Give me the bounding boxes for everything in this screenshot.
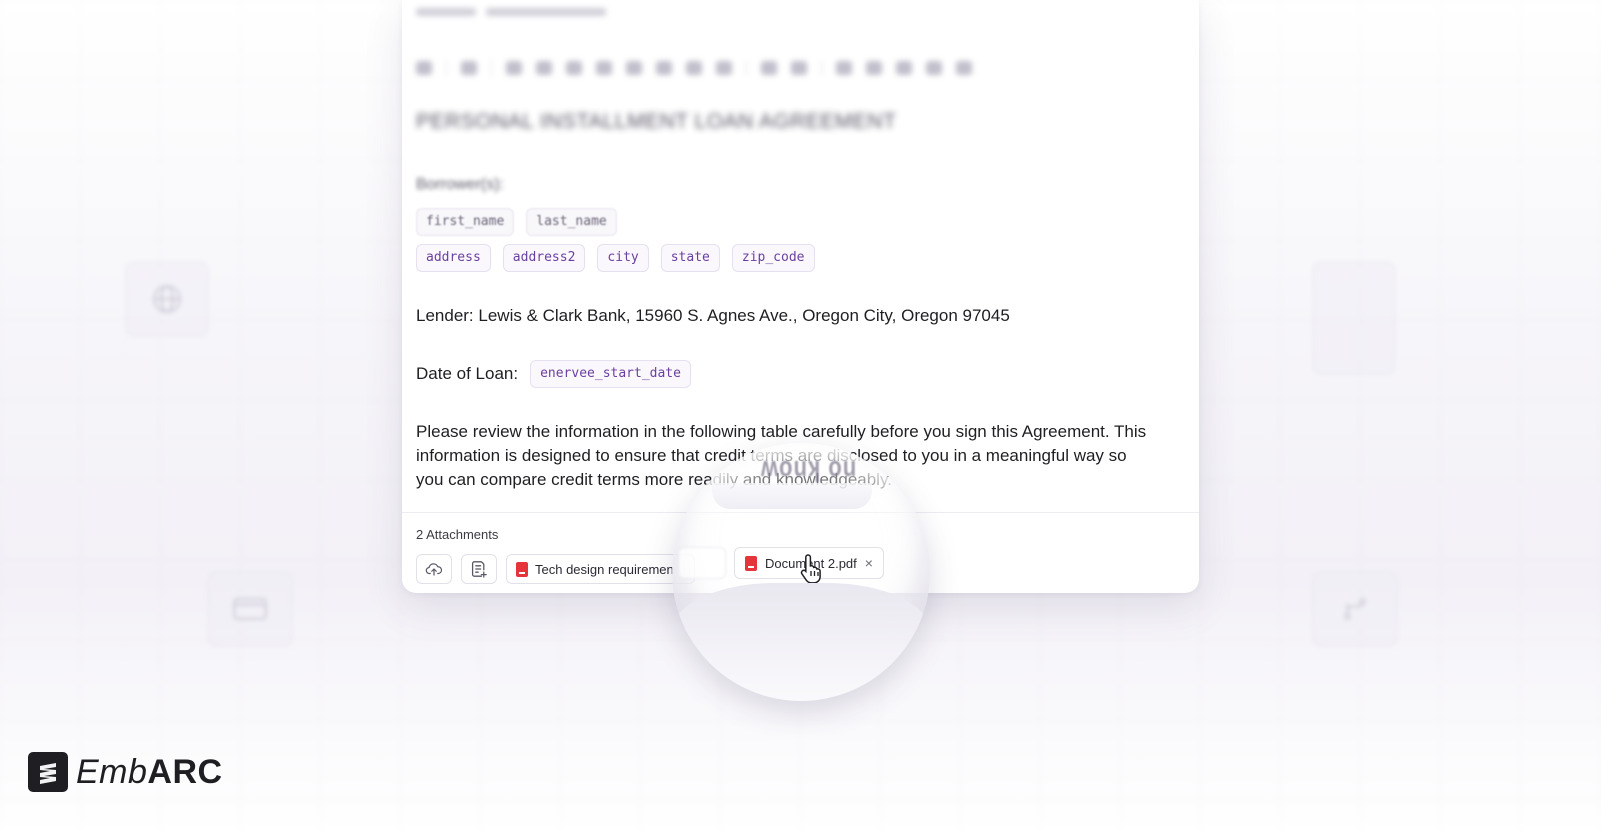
chevron-down-icon[interactable]: [956, 61, 972, 75]
attachments-row: Tech design requiremen: [416, 554, 695, 584]
magnifier-lens: no know Document 2.pdf ×: [672, 443, 930, 701]
pdf-file-icon: [516, 561, 528, 577]
format-icon[interactable]: [416, 61, 432, 75]
quote-icon[interactable]: [791, 61, 807, 75]
field-chip-zip-code[interactable]: zip_code: [731, 244, 815, 272]
pdf-file-icon: [745, 555, 757, 571]
breadcrumb: [416, 4, 646, 20]
field-chip-city[interactable]: city: [597, 244, 649, 272]
field-chip-address2[interactable]: address2: [502, 244, 586, 272]
date-label: Date of Loan:: [416, 364, 519, 383]
underline-icon[interactable]: [566, 61, 582, 75]
document-title: PERSONAL INSTALLMENT LOAN AGREEMENT: [416, 110, 897, 133]
card-icon: [233, 598, 267, 620]
lens-reflection: [672, 583, 930, 701]
borrower-label: Borrower(s):: [416, 176, 505, 193]
bold-icon[interactable]: [506, 61, 522, 75]
brand-name-light: Emb: [76, 752, 148, 791]
more-icon[interactable]: [926, 61, 942, 75]
image-icon[interactable]: [866, 61, 882, 75]
brand-name-bold: ARC: [147, 752, 223, 791]
field-chip-start-date[interactable]: enervee_start_date: [530, 360, 691, 388]
lender-line: Lender: Lewis & Clark Bank, 15960 S. Agn…: [416, 306, 1010, 325]
upload-button[interactable]: [416, 554, 452, 584]
attachments-label: 2 Attachments: [416, 527, 499, 542]
branch-icon: [1344, 598, 1366, 620]
field-chip-state[interactable]: state: [660, 244, 720, 272]
remove-attachment-close-icon[interactable]: ×: [865, 555, 873, 571]
brand-logo: EmbARC: [28, 752, 223, 792]
code-icon[interactable]: [626, 61, 642, 75]
borrower-fields-row2: address address2 city state zip_code: [416, 244, 815, 272]
background-tile: [1313, 262, 1395, 374]
background-tile: [1313, 572, 1397, 646]
italic-icon[interactable]: [536, 61, 552, 75]
date-of-loan-row: Date of Loan: enervee_start_date: [416, 360, 691, 388]
hand-cursor-icon: [800, 553, 826, 588]
table-icon[interactable]: [761, 61, 777, 75]
strikethrough-icon[interactable]: [596, 61, 612, 75]
paragraph-line: Please review the information in the fol…: [416, 422, 1147, 441]
video-icon[interactable]: [896, 61, 912, 75]
heading-icon[interactable]: [461, 61, 477, 75]
editor-toolbar: [416, 50, 1185, 86]
background-tile: [208, 572, 292, 646]
attachment-file-name: Tech design requiremen: [535, 561, 674, 577]
add-document-button[interactable]: [461, 554, 497, 584]
field-chip-address[interactable]: address: [416, 244, 491, 272]
brand-name: EmbARC: [76, 753, 223, 792]
color-icon[interactable]: [716, 61, 732, 75]
attachment-file-1[interactable]: Tech design requiremen: [506, 554, 695, 584]
list-icon[interactable]: [656, 61, 672, 75]
cloud-upload-icon: [425, 563, 443, 576]
borrower-fields-row1: first_name last_name: [416, 208, 617, 236]
lens-distorted-chip: [678, 547, 726, 579]
field-chip-first-name[interactable]: first_name: [416, 208, 515, 236]
link-icon[interactable]: [836, 61, 852, 75]
background-tile: [126, 262, 208, 336]
align-icon[interactable]: [686, 61, 702, 75]
globe-icon: [153, 285, 181, 313]
field-chip-last-name[interactable]: last_name: [526, 208, 617, 236]
embarc-logo-icon: [28, 752, 68, 792]
lens-distorted-text: no know: [760, 454, 857, 487]
document-add-icon: [471, 561, 487, 578]
